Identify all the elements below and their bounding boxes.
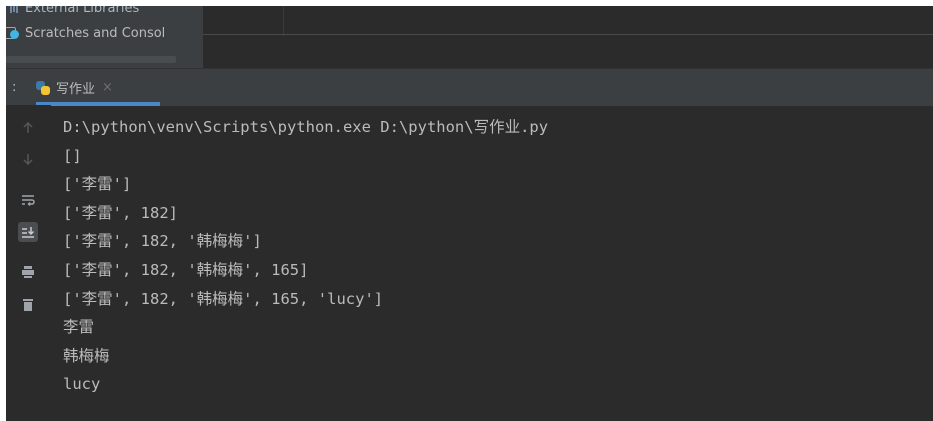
console-line: ['李雷', 182, '韩梅梅', 165]: [63, 260, 309, 279]
down-arrow-icon[interactable]: [18, 149, 38, 169]
divider: [283, 6, 284, 36]
tree-item-label: External Libraries: [25, 6, 140, 16]
console-output[interactable]: D:\python\venv\Scripts\python.exe D:\pyt…: [63, 113, 548, 399]
run-tool-header: : 写作业 ×: [6, 68, 933, 106]
tab-run-config[interactable]: 写作业 ×: [36, 69, 113, 106]
console-line: lucy: [63, 375, 101, 394]
editor-area: [203, 6, 933, 68]
console-line: ['李雷', 182, '韩梅梅', 165, 'lucy']: [63, 289, 384, 308]
console-line: 李雷: [63, 318, 95, 337]
console-line: 韩梅梅: [63, 346, 110, 365]
scroll-to-end-icon[interactable]: [18, 222, 38, 242]
console-line: []: [63, 146, 82, 165]
console-line: D:\python\venv\Scripts\python.exe D:\pyt…: [63, 118, 549, 136]
soft-wrap-icon[interactable]: [18, 190, 38, 210]
tree-item-scratches[interactable]: Scratches and Consol: [6, 22, 165, 44]
print-icon[interactable]: [18, 262, 38, 282]
python-icon: [36, 80, 50, 95]
scratch-icon: [6, 25, 22, 41]
library-icon: [6, 6, 22, 16]
tree-item-label: Scratches and Consol: [25, 25, 166, 41]
active-tab-indicator: [36, 102, 160, 106]
console-line: ['李雷']: [63, 175, 132, 194]
run-label: :: [12, 80, 17, 95]
trash-icon[interactable]: [18, 295, 38, 315]
tree-item-external-libraries[interactable]: External Libraries: [6, 6, 139, 19]
console-line: ['李雷', 182, '韩梅梅']: [63, 232, 262, 251]
horizontal-scrollbar[interactable]: [6, 56, 176, 63]
divider: [203, 34, 933, 35]
tab-title: 写作业: [56, 82, 96, 97]
console-line: ['李雷', 182]: [63, 203, 178, 222]
close-icon[interactable]: ×: [102, 80, 113, 95]
project-tree: External Libraries Scratches and Consol: [6, 6, 203, 68]
up-arrow-icon[interactable]: [18, 118, 38, 138]
run-toolbar: [6, 105, 51, 421]
